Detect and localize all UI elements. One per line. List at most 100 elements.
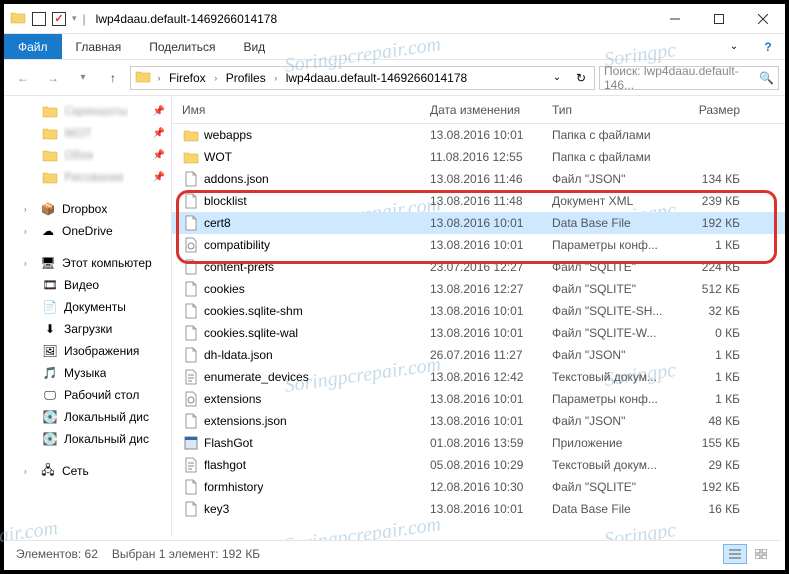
file-date: 01.08.2016 13:59 bbox=[430, 436, 552, 450]
view-icons-button[interactable] bbox=[749, 544, 773, 564]
file-size: 16 КБ bbox=[680, 502, 740, 516]
tab-home[interactable]: Главная bbox=[62, 34, 136, 59]
file-date: 13.08.2016 12:27 bbox=[430, 282, 552, 296]
qat-dropdown-icon[interactable]: ▾ bbox=[72, 13, 77, 24]
breadcrumb-item[interactable]: lwp4daau.default-1469266014178 bbox=[282, 67, 472, 89]
sidebar-item[interactable]: 🖼Изображения bbox=[4, 340, 171, 362]
table-row[interactable]: enumerate_devices13.08.2016 12:42Текстов… bbox=[172, 366, 785, 388]
table-row[interactable]: addons.json13.08.2016 11:46Файл "JSON"13… bbox=[172, 168, 785, 190]
expand-ribbon-icon[interactable]: ⌄ bbox=[717, 34, 751, 59]
file-icon bbox=[182, 259, 200, 275]
table-row[interactable]: content-prefs23.07.2016 12:27Файл "SQLIT… bbox=[172, 256, 785, 278]
chevron-right-icon[interactable]: › bbox=[270, 73, 282, 83]
sidebar-item[interactable]: Обои📌 bbox=[4, 144, 171, 166]
sidebar-item-label: Рабочий стол bbox=[64, 388, 139, 402]
folder-icon bbox=[42, 147, 58, 163]
file-icon bbox=[182, 413, 200, 429]
file-date: 13.08.2016 11:46 bbox=[430, 172, 552, 186]
tab-view[interactable]: Вид bbox=[229, 34, 279, 59]
sidebar-item[interactable]: 🎵 Музыка bbox=[4, 362, 171, 384]
sidebar-item[interactable]: 📄Документы bbox=[4, 296, 171, 318]
file-type: Файл "SQLITE-SH... bbox=[552, 304, 680, 318]
music-icon: 🎵 bbox=[42, 365, 58, 381]
address-history-icon[interactable]: ⌄ bbox=[546, 67, 568, 89]
sidebar-item[interactable]: ›☁OneDrive bbox=[4, 220, 171, 242]
nav-back-button[interactable]: ← bbox=[10, 65, 36, 91]
sidebar-item[interactable]: ›📦Dropbox bbox=[4, 198, 171, 220]
disk-icon: 💽 bbox=[42, 409, 58, 425]
file-size: 224 КБ bbox=[680, 260, 740, 274]
exe-icon bbox=[182, 435, 200, 451]
qat-checkbox-1[interactable] bbox=[32, 12, 46, 26]
sidebar-item[interactable]: 💽Локальный дис bbox=[4, 406, 171, 428]
chevron-right-icon[interactable]: › bbox=[153, 73, 165, 83]
nav-forward-button[interactable]: → bbox=[40, 65, 66, 91]
nav-up-button[interactable]: ↑ bbox=[100, 65, 126, 91]
sidebar-item-label: OneDrive bbox=[62, 224, 113, 238]
sidebar-item[interactable]: Рисование📌 bbox=[4, 166, 171, 188]
folder-icon bbox=[182, 127, 200, 143]
tab-share[interactable]: Поделиться bbox=[135, 34, 229, 59]
tab-file[interactable]: Файл bbox=[4, 34, 62, 59]
help-icon[interactable]: ? bbox=[751, 34, 785, 59]
search-input[interactable]: Поиск: lwp4daau.default-146... 🔍 bbox=[599, 66, 779, 90]
sidebar-item[interactable]: 🎞Видео bbox=[4, 274, 171, 296]
table-row[interactable]: cookies.sqlite-wal13.08.2016 10:01Файл "… bbox=[172, 322, 785, 344]
breadcrumb-item[interactable]: Profiles bbox=[222, 67, 270, 89]
breadcrumb-item[interactable]: Firefox bbox=[165, 67, 210, 89]
table-row[interactable]: formhistory12.08.2016 10:30Файл "SQLITE"… bbox=[172, 476, 785, 498]
minimize-button[interactable] bbox=[653, 4, 697, 34]
column-header-name[interactable]: Имя bbox=[182, 103, 430, 117]
sidebar-item-label: Музыка bbox=[64, 366, 106, 380]
file-type: Файл "JSON" bbox=[552, 348, 680, 362]
table-row[interactable]: blocklist13.08.2016 11:48Документ XML239… bbox=[172, 190, 785, 212]
table-row[interactable]: key313.08.2016 10:01Data Base File16 КБ bbox=[172, 498, 785, 520]
file-name: compatibility bbox=[204, 238, 430, 252]
table-row[interactable]: flashgot05.08.2016 10:29Текстовый докум.… bbox=[172, 454, 785, 476]
docs-icon: 📄 bbox=[42, 299, 58, 315]
sidebar-item[interactable]: Скриншоты📌 bbox=[4, 100, 171, 122]
close-button[interactable] bbox=[741, 4, 785, 34]
column-header-size[interactable]: Размер bbox=[680, 103, 740, 117]
file-type: Файл "SQLITE" bbox=[552, 282, 680, 296]
sidebar-item-label: Dropbox bbox=[62, 202, 107, 216]
table-row[interactable]: extensions13.08.2016 10:01Параметры конф… bbox=[172, 388, 785, 410]
file-name: dh-ldata.json bbox=[204, 348, 430, 362]
table-row[interactable]: dh-ldata.json26.07.2016 11:27Файл "JSON"… bbox=[172, 344, 785, 366]
table-row[interactable]: FlashGot01.08.2016 13:59Приложение155 КБ bbox=[172, 432, 785, 454]
chevron-right-icon[interactable]: › bbox=[210, 73, 222, 83]
sidebar-this-pc[interactable]: › 🖥 Этот компьютер bbox=[4, 252, 171, 274]
column-header-date[interactable]: Дата изменения bbox=[430, 103, 552, 117]
qat-checkbox-2[interactable] bbox=[52, 12, 66, 26]
file-icon bbox=[182, 303, 200, 319]
table-row[interactable]: cert813.08.2016 10:01Data Base File192 К… bbox=[172, 212, 785, 234]
file-list[interactable]: webapps13.08.2016 10:01Папка с файламиWO… bbox=[172, 124, 785, 536]
nav-history-dropdown[interactable]: ▾ bbox=[70, 65, 96, 91]
sidebar-network[interactable]: › 🖧 Сеть bbox=[4, 460, 171, 482]
table-row[interactable]: webapps13.08.2016 10:01Папка с файлами bbox=[172, 124, 785, 146]
chevron-right-icon[interactable]: › bbox=[24, 259, 34, 268]
table-row[interactable]: WOT11.08.2016 12:55Папка с файлами bbox=[172, 146, 785, 168]
chevron-right-icon[interactable]: › bbox=[24, 467, 34, 476]
file-type: Текстовый докум... bbox=[552, 458, 680, 472]
file-date: 13.08.2016 12:42 bbox=[430, 370, 552, 384]
address-bar[interactable]: › Firefox › Profiles › lwp4daau.default-… bbox=[130, 66, 595, 90]
sidebar-item[interactable]: 🖵Рабочий стол bbox=[4, 384, 171, 406]
file-size: 1 КБ bbox=[680, 370, 740, 384]
table-row[interactable]: cookies13.08.2016 12:27Файл "SQLITE"512 … bbox=[172, 278, 785, 300]
file-type: Папка с файлами bbox=[552, 150, 680, 164]
table-row[interactable]: compatibility13.08.2016 10:01Параметры к… bbox=[172, 234, 785, 256]
maximize-button[interactable] bbox=[697, 4, 741, 34]
sidebar-item[interactable]: WOT📌 bbox=[4, 122, 171, 144]
view-details-button[interactable] bbox=[723, 544, 747, 564]
table-row[interactable]: cookies.sqlite-shm13.08.2016 10:01Файл "… bbox=[172, 300, 785, 322]
file-date: 11.08.2016 12:55 bbox=[430, 150, 552, 164]
refresh-icon[interactable]: ↻ bbox=[570, 67, 592, 89]
column-header-type[interactable]: Тип bbox=[552, 103, 680, 117]
sidebar-item[interactable]: 💽Локальный дис bbox=[4, 428, 171, 450]
sidebar-item[interactable]: ⬇Загрузки bbox=[4, 318, 171, 340]
chevron-right-icon[interactable]: › bbox=[24, 205, 34, 214]
chevron-right-icon[interactable]: › bbox=[24, 227, 34, 236]
table-row[interactable]: extensions.json13.08.2016 10:01Файл "JSO… bbox=[172, 410, 785, 432]
pin-icon: 📌 bbox=[153, 150, 165, 161]
